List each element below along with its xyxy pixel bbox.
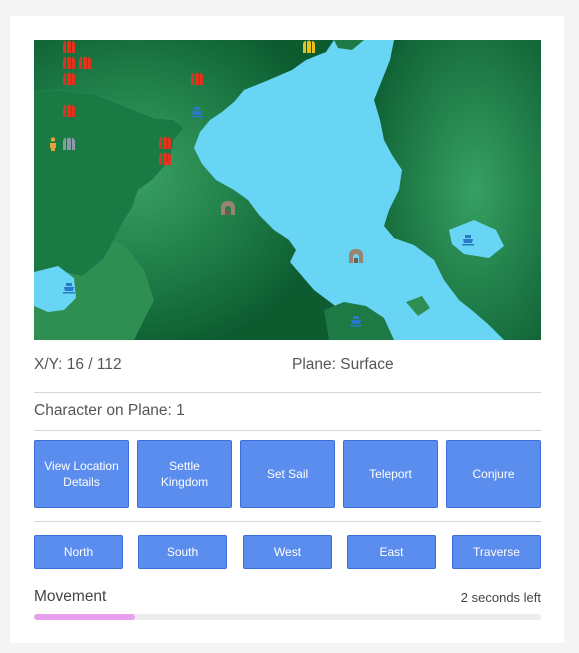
ship-icon[interactable] xyxy=(460,232,476,248)
divider xyxy=(34,521,541,522)
red-castle-icon[interactable] xyxy=(157,151,173,167)
character-count-text: Character on Plane: 1 xyxy=(34,402,185,419)
coordinates-text: X/Y: 16 / 112 xyxy=(34,356,122,373)
dungeon-gate-icon[interactable] xyxy=(348,248,364,264)
set-sail-button[interactable]: Set Sail xyxy=(240,440,335,508)
red-castle-icon[interactable] xyxy=(61,40,77,55)
east-button[interactable]: East xyxy=(347,535,436,569)
position-row: X/Y: 16 / 112 Plane: Surface xyxy=(34,356,541,378)
dungeon-gate-icon[interactable] xyxy=(220,200,236,216)
yellow-castle-icon[interactable] xyxy=(301,40,317,55)
character-icon[interactable] xyxy=(45,136,61,152)
red-castle-icon[interactable] xyxy=(77,55,93,71)
red-castle-icon[interactable] xyxy=(61,55,77,71)
west-button[interactable]: West xyxy=(243,535,332,569)
traverse-button[interactable]: Traverse xyxy=(452,535,541,569)
red-castle-icon[interactable] xyxy=(61,103,77,119)
map-terrain xyxy=(34,40,541,340)
movement-progress-fill xyxy=(34,614,136,620)
ship-icon[interactable] xyxy=(61,280,77,296)
plane-text: Plane: Surface xyxy=(292,356,394,373)
grey-castle-icon[interactable] xyxy=(61,136,77,152)
map-card: X/Y: 16 / 112 Plane: Surface Character o… xyxy=(10,16,564,643)
game-map[interactable] xyxy=(34,40,541,340)
movement-progress-bar xyxy=(34,614,541,620)
view-location-details-button[interactable]: View Location Details xyxy=(34,440,129,508)
movement-time-left: 2 seconds left xyxy=(460,590,541,605)
divider xyxy=(34,392,541,393)
south-button[interactable]: South xyxy=(138,535,227,569)
divider xyxy=(34,430,541,431)
ship-icon[interactable] xyxy=(189,104,205,120)
teleport-button[interactable]: Teleport xyxy=(343,440,438,508)
north-button[interactable]: North xyxy=(34,535,123,569)
conjure-button[interactable]: Conjure xyxy=(446,440,541,508)
red-castle-icon[interactable] xyxy=(157,135,173,151)
settle-kingdom-button[interactable]: Settle Kingdom xyxy=(137,440,232,508)
red-castle-icon[interactable] xyxy=(189,71,205,87)
red-castle-icon[interactable] xyxy=(61,71,77,87)
movement-label: Movement xyxy=(34,588,107,605)
ship-icon[interactable] xyxy=(348,313,364,329)
